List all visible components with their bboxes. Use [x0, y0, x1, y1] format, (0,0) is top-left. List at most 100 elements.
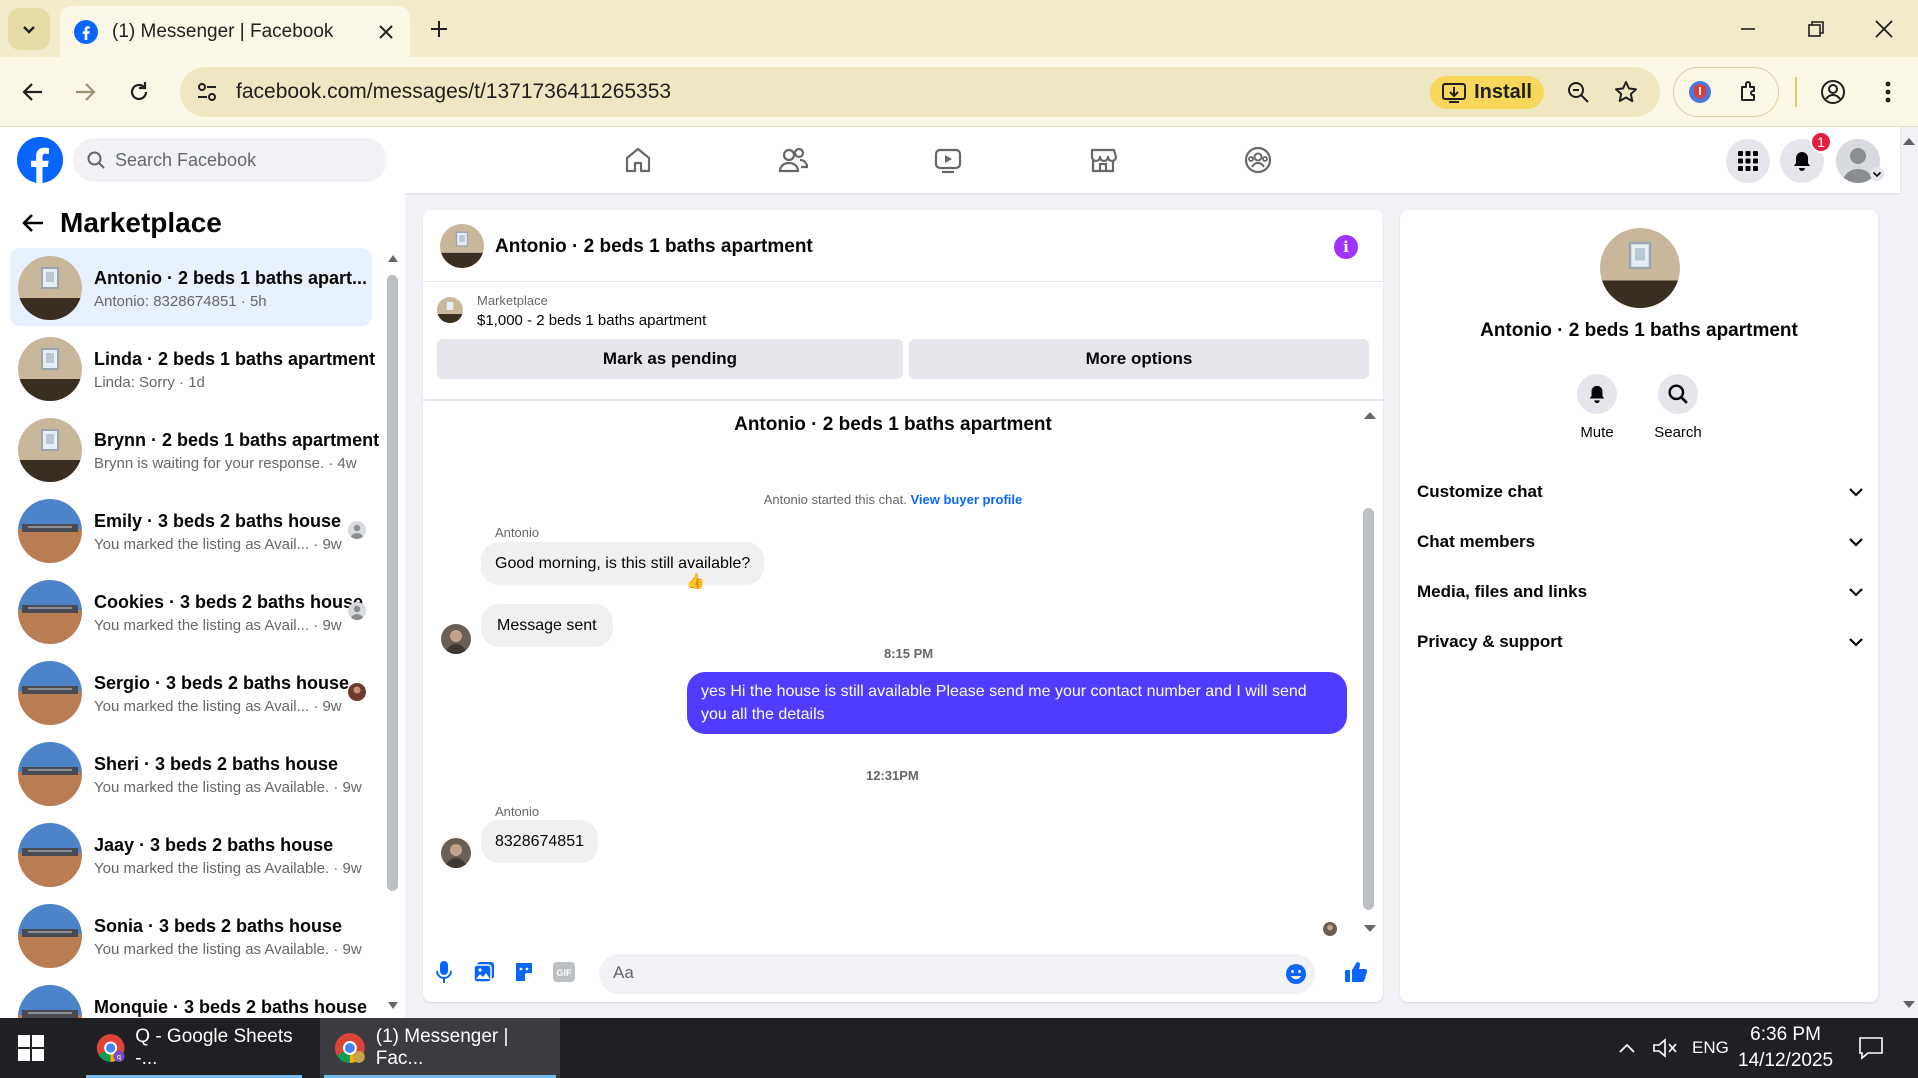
view-buyer-profile-link[interactable]: View buyer profile	[910, 492, 1022, 507]
tab-close-button[interactable]	[370, 16, 402, 48]
info-section-label: Customize chat	[1417, 482, 1543, 501]
mute-button[interactable]	[1577, 374, 1617, 414]
scroll-up-icon[interactable]	[387, 253, 399, 263]
listing-label: Marketplace	[477, 293, 548, 308]
sticker-button[interactable]	[509, 957, 539, 987]
tray-overflow-button[interactable]	[1618, 1018, 1636, 1078]
listing-price[interactable]: $1,000 - 2 beds 1 baths apartment	[477, 312, 706, 329]
menu-button[interactable]	[1726, 139, 1770, 183]
reload-button[interactable]	[118, 71, 160, 113]
zoom-button[interactable]	[1560, 74, 1596, 110]
page-scroll-up-icon[interactable]	[1902, 136, 1916, 146]
conversation-thumbnail	[18, 904, 82, 968]
info-section-row[interactable]: Media, files and links	[1417, 572, 1863, 612]
taskbar-item-label: (1) Messenger | Fac...	[375, 1026, 509, 1069]
conversation-item[interactable]: Monquie · 3 beds 2 baths house	[10, 977, 372, 1018]
incoming-message[interactable]: 8328674851	[481, 820, 598, 863]
facebook-search-input[interactable]	[115, 149, 355, 171]
chat-title[interactable]: Antonio · 2 beds 1 baths apartment	[495, 236, 813, 258]
listing-thumbnail[interactable]	[437, 297, 463, 323]
voice-clip-button[interactable]	[429, 957, 459, 987]
sender-avatar[interactable]	[441, 624, 471, 654]
page-scroll-down-icon[interactable]	[1902, 1000, 1916, 1010]
mute-action[interactable]: Mute	[1557, 374, 1637, 441]
conversation-scroll-thumb[interactable]	[387, 275, 398, 891]
more-options-button[interactable]: More options	[909, 339, 1369, 379]
svg-text:GIF: GIF	[557, 968, 573, 978]
browser-tab-messenger[interactable]: (1) Messenger | Facebook	[60, 6, 410, 57]
gif-button[interactable]: GIF	[549, 957, 579, 987]
chevron-up-icon	[1619, 1043, 1635, 1053]
conversation-item[interactable]: Emily · 3 beds 2 baths house You marked t…	[10, 491, 372, 569]
window-close-button[interactable]	[1850, 0, 1918, 57]
nav-groups[interactable]	[1237, 139, 1279, 181]
thread-title: Antonio · 2 beds 1 baths apartment	[734, 414, 1052, 435]
message-reaction[interactable]: 👍	[686, 572, 705, 590]
url-text[interactable]: facebook.com/messages/t/1371736411265353	[236, 80, 671, 104]
forward-button[interactable]	[64, 71, 106, 113]
info-section-row[interactable]: Customize chat	[1417, 472, 1863, 512]
profile-button[interactable]	[1815, 74, 1851, 110]
info-section-row[interactable]: Privacy & support	[1417, 622, 1863, 662]
attach-media-button[interactable]	[469, 957, 499, 987]
conversation-item[interactable]: Sheri · 3 beds 2 baths house You marked t…	[10, 734, 372, 812]
account-chevron-icon[interactable]	[1870, 167, 1884, 181]
nav-watch[interactable]	[927, 139, 969, 181]
volume-button[interactable]	[1652, 1018, 1678, 1078]
nav-home[interactable]	[617, 139, 659, 181]
new-tab-button[interactable]	[422, 12, 456, 46]
sender-avatar[interactable]	[441, 838, 471, 868]
nav-marketplace[interactable]	[1082, 139, 1124, 181]
emoji-icon[interactable]	[1285, 963, 1307, 985]
facebook-logo[interactable]	[17, 137, 63, 183]
facebook-search[interactable]	[73, 138, 387, 182]
conversation-info-button[interactable]: i	[1334, 235, 1358, 259]
scroll-down-icon[interactable]	[387, 1001, 399, 1011]
home-icon	[625, 147, 651, 173]
conversation-item[interactable]: Linda · 2 beds 1 baths apartment Linda: S…	[10, 329, 375, 407]
send-like-button[interactable]	[1341, 957, 1371, 987]
bookmark-button[interactable]	[1608, 74, 1644, 110]
minimize-button[interactable]	[1714, 0, 1782, 57]
extensions-button[interactable]	[1732, 74, 1768, 110]
system-clock[interactable]: 6:36 PM 14/12/2025	[1738, 1022, 1833, 1074]
incoming-message[interactable]: Good morning, is this still available?	[481, 542, 765, 585]
thread-scroll-up-icon[interactable]	[1363, 410, 1377, 420]
seen-indicator-avatar	[348, 683, 366, 701]
windows-start-icon[interactable]	[18, 1035, 44, 1061]
address-bar[interactable]: facebook.com/messages/t/1371736411265353…	[180, 67, 1660, 117]
nav-friends[interactable]	[772, 139, 814, 181]
security-extension-button[interactable]	[1682, 74, 1718, 110]
back-arrow-icon[interactable]	[22, 213, 44, 233]
browser-menu-button[interactable]	[1870, 74, 1906, 110]
conversation-item[interactable]: Sonia · 3 beds 2 baths house You marked t…	[10, 896, 372, 974]
restore-button[interactable]	[1782, 0, 1850, 57]
tab-search-button[interactable]	[8, 8, 50, 50]
outgoing-message[interactable]: yes Hi the house is still available Plea…	[687, 672, 1347, 734]
conversation-item[interactable]: Jaay · 3 beds 2 baths house You marked th…	[10, 815, 372, 893]
taskbar-google-sheets[interactable]: q Q - Google Sheets -...	[82, 1018, 306, 1078]
language-indicator[interactable]: ENG	[1692, 1018, 1729, 1078]
search-action[interactable]: Search	[1638, 374, 1718, 441]
install-app-button[interactable]: Install	[1430, 76, 1544, 109]
notification-center-button[interactable]	[1858, 1018, 1884, 1078]
conversation-item[interactable]: Cookies · 3 beds 2 baths house You marked…	[10, 572, 372, 650]
message-input[interactable]	[613, 963, 1253, 983]
mark-as-pending-button[interactable]: Mark as pending	[437, 339, 903, 379]
incoming-message[interactable]: Message sent	[481, 604, 613, 647]
site-settings-icon[interactable]	[196, 81, 218, 103]
thread-scroll-thumb[interactable]	[1363, 508, 1374, 910]
conversation-item[interactable]: Antonio · 2 beds 1 baths apart... Antonio…	[10, 248, 372, 326]
conversation-item[interactable]: Sergio · 3 beds 2 baths house You marked …	[10, 653, 372, 731]
info-listing-thumbnail[interactable]	[1600, 228, 1680, 308]
info-section-row[interactable]: Chat members	[1417, 522, 1863, 562]
microphone-icon	[436, 961, 452, 983]
search-in-conversation-button[interactable]	[1658, 374, 1698, 414]
chat-listing-thumbnail[interactable]	[440, 224, 484, 268]
thread-scroll-down-icon[interactable]	[1363, 924, 1377, 934]
back-button[interactable]	[12, 71, 54, 113]
conversation-item[interactable]: Brynn · 2 beds 1 baths apartment Brynn is…	[10, 410, 379, 488]
seen-indicator-avatar	[348, 602, 366, 620]
taskbar-messenger[interactable]: (1) Messenger | Fac...	[320, 1018, 560, 1078]
facebook-header: 1	[0, 127, 1900, 193]
